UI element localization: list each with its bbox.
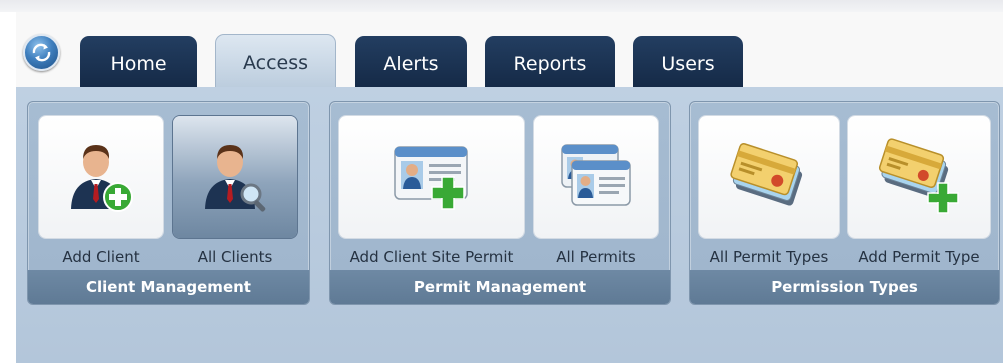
tab-alerts[interactable]: Alerts — [355, 36, 467, 87]
tab-access[interactable]: Access — [215, 34, 336, 87]
tab-home[interactable]: Home — [80, 36, 197, 87]
all-clients-label: All Clients — [197, 248, 273, 266]
add-client-site-permit-button[interactable] — [339, 116, 524, 238]
add-client-button[interactable] — [39, 116, 163, 238]
search-client-icon — [205, 145, 266, 212]
app-logo-icon — [32, 43, 51, 62]
add-permit-type-label: Add Permit Type — [858, 248, 980, 266]
group-client-management: Add Client All Clients Client Management — [27, 101, 310, 305]
add-permit-type-icon — [878, 138, 959, 214]
group-caption-permit-management: Permit Management — [330, 270, 670, 304]
tab-reports[interactable]: Reports — [485, 36, 615, 87]
permit-types-icon — [730, 143, 803, 206]
all-permit-types-label: All Permit Types — [709, 248, 829, 266]
permits-icon — [561, 144, 631, 206]
tab-users[interactable]: Users — [633, 36, 743, 87]
group-caption-permission-types: Permission Types — [690, 270, 999, 304]
top-strip — [0, 0, 1003, 12]
all-permits-button[interactable] — [534, 116, 658, 238]
all-permit-types-button[interactable] — [699, 116, 839, 238]
add-client-icon — [71, 145, 133, 212]
all-clients-button[interactable] — [173, 116, 297, 238]
add-permit-icon — [393, 146, 468, 210]
app-menu-button[interactable] — [23, 34, 60, 71]
group-permission-types: All Permit Types Add Permit Type Permiss… — [689, 101, 1000, 305]
add-client-label: Add Client — [62, 248, 140, 266]
add-client-site-permit-label: Add Client Site Permit — [349, 248, 514, 266]
group-caption-client-management: Client Management — [28, 270, 309, 304]
group-permit-management: Add Client Site Permit All Permits Permi… — [329, 101, 671, 305]
all-permits-label: All Permits — [556, 248, 636, 266]
add-permit-type-button[interactable] — [848, 116, 990, 238]
